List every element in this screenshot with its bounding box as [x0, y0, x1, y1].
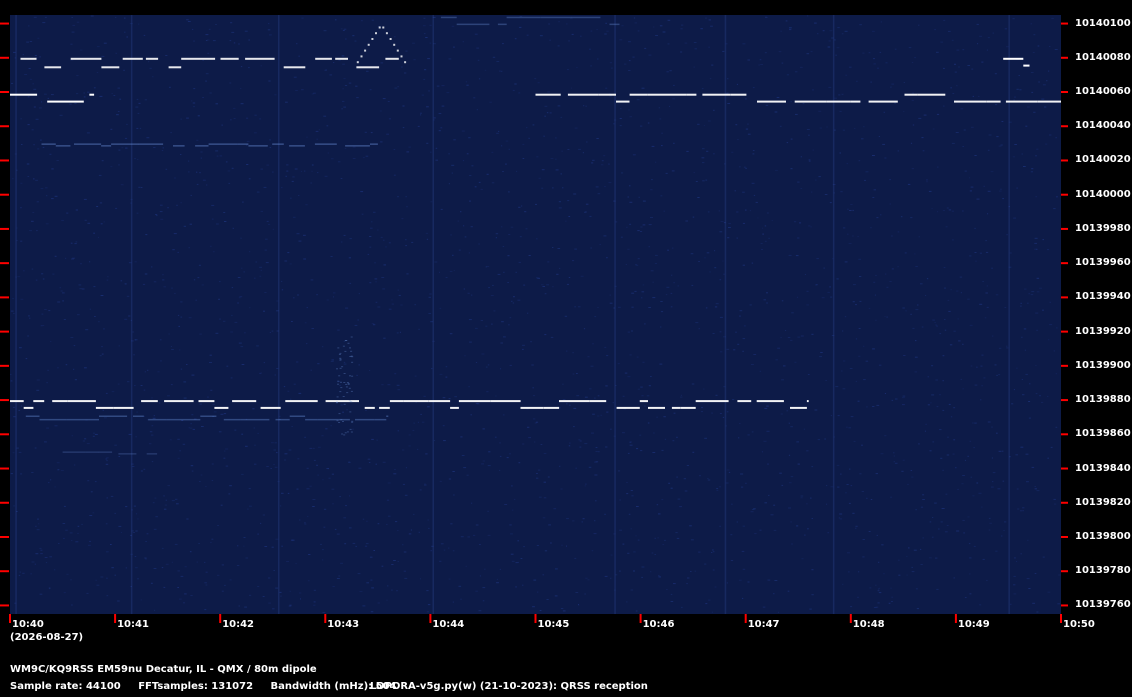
waterfall-svg [0, 15, 1068, 623]
vertical-streak-4 [614, 15, 616, 614]
x-tick-label-1: 10:41 [117, 619, 149, 630]
fft-samples: FFTsamples: 131072 [138, 681, 254, 692]
vertical-streak-0 [15, 15, 17, 614]
station-info: WM9C/KQ9RSS EM59nu Decatur, IL - QMX / 8… [10, 664, 317, 675]
x-tick-label-6: 10:46 [642, 619, 675, 630]
y-tick-label-14: 10139820 [1075, 496, 1131, 508]
y-tick-label-17: 10139760 [1075, 599, 1131, 611]
x-tick-label-4: 10:44 [432, 619, 465, 630]
vertical-streak-2 [278, 15, 280, 614]
x-tick-label-7: 10:47 [747, 619, 780, 630]
x-tick-label-9: 10:49 [957, 619, 990, 630]
y-tick-label-13: 10139840 [1075, 462, 1131, 474]
signal-trace-10 [62, 451, 158, 455]
y-tick-label-4: 10140020 [1075, 154, 1131, 166]
noise-layer [10, 15, 1061, 613]
x-tick-label-0: 10:40 [12, 619, 44, 630]
y-tick-label-10: 10139900 [1075, 359, 1131, 371]
y-tick-label-0: 10140100 [1075, 17, 1131, 29]
signal-trace-1 [356, 26, 407, 64]
y-tick-label-3: 10140040 [1075, 120, 1131, 132]
vertical-streak-5 [724, 15, 727, 614]
y-tick-label-5: 10140000 [1075, 188, 1131, 200]
software-info: LOPORA-v5g.py(w) (21-10-2023): QRSS rece… [370, 681, 648, 692]
signal-trace-6 [41, 143, 378, 147]
sample-rate: Sample rate: 44100 [10, 681, 121, 692]
signal-trace-8 [25, 415, 389, 421]
reception-parameters: Sample rate: 44100 FFTsamples: 131072 Ba… [10, 681, 411, 692]
vertical-streak-7 [1008, 15, 1010, 614]
signal-trace-7 [10, 400, 809, 409]
y-tick-label-2: 10140060 [1075, 86, 1131, 97]
signal-trace-9 [335, 336, 354, 436]
y-tick-label-16: 10139780 [1075, 565, 1131, 577]
x-tick-label-10: 10:50 [1063, 619, 1095, 630]
signal-trace-2 [440, 16, 620, 26]
y-tick-label-6: 10139980 [1075, 222, 1131, 234]
y-tick-label-1: 10140080 [1075, 51, 1131, 63]
x-tick-label-2: 10:42 [222, 619, 255, 630]
vertical-streak-3 [432, 15, 434, 614]
y-tick-label-12: 10139860 [1075, 428, 1131, 440]
vertical-streak-6 [832, 15, 835, 614]
y-tick-label-9: 10139920 [1075, 325, 1131, 337]
x-tick-label-5: 10:45 [537, 619, 570, 630]
y-tick-label-7: 10139960 [1075, 257, 1131, 269]
signal-trace-0 [20, 57, 399, 69]
date-label: (2026-08-27) [10, 632, 84, 643]
vertical-streak-1 [130, 15, 133, 614]
y-tick-label-11: 10139880 [1075, 394, 1131, 406]
x-tick-label-3: 10:43 [327, 619, 360, 630]
y-tick-label-15: 10139800 [1075, 530, 1131, 542]
y-tick-label-8: 10139940 [1075, 291, 1131, 303]
signal-trace-5 [1003, 57, 1030, 67]
x-tick-label-8: 10:48 [852, 619, 885, 630]
